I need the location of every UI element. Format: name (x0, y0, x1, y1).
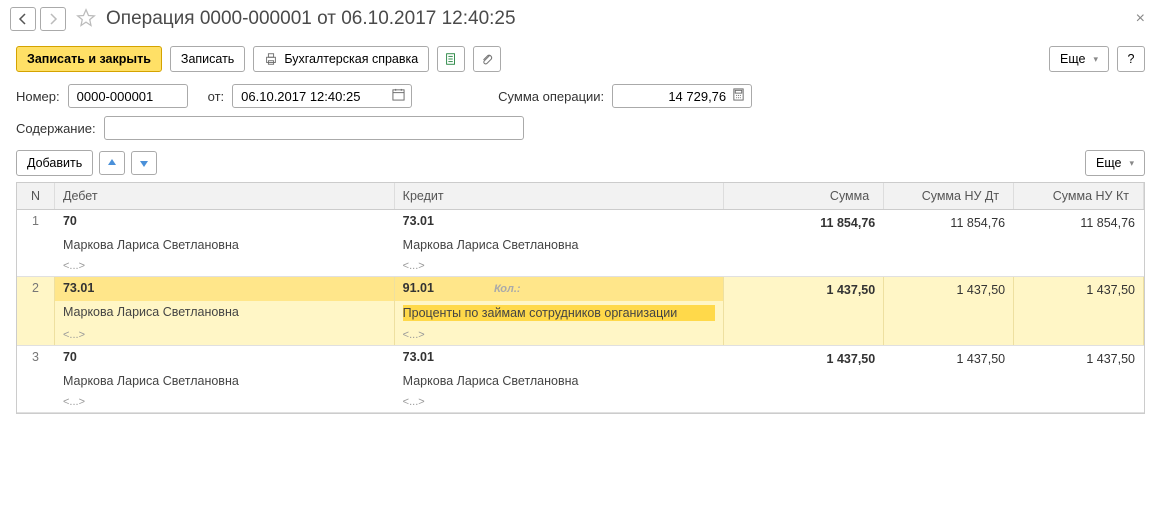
accounting-reference-button[interactable]: Бухгалтерская справка (253, 46, 429, 72)
cell-debit-acc[interactable]: 70 (55, 346, 395, 370)
cell-nukt[interactable]: 11 854,76 (1014, 210, 1144, 234)
help-button[interactable]: ? (1117, 46, 1145, 72)
cell-nudt[interactable]: 1 437,50 (884, 277, 1014, 301)
cell-sum[interactable]: 1 437,50 (724, 346, 884, 370)
cell-debit-sub[interactable]: Маркова Лариса Светлановна (55, 234, 395, 256)
cell-credit-acc[interactable]: 73.01 (395, 346, 725, 370)
page-title: Операция 0000-000001 от 06.10.2017 12:40… (106, 8, 1130, 30)
cell-credit-sub[interactable]: Проценты по займам сотрудников организац… (403, 305, 716, 321)
more-label: Еще (1060, 52, 1085, 66)
cell-debit-sub[interactable]: Маркова Лариса Светлановна (55, 370, 395, 392)
cell-debit-acc[interactable]: 73.01 (55, 277, 395, 301)
ellipsis: <...> (55, 392, 395, 412)
sum-label: Сумма операции: (498, 89, 604, 104)
col-n[interactable]: N (17, 183, 55, 209)
table-row[interactable]: 17073.0111 854,7611 854,7611 854,76Марко… (17, 210, 1144, 277)
ellipsis: <...> (395, 325, 725, 345)
content-input[interactable] (104, 116, 524, 140)
number-input[interactable] (68, 84, 188, 108)
calculator-icon[interactable] (732, 88, 745, 104)
main-toolbar: Записать и закрыть Записать Бухгалтерска… (0, 38, 1161, 80)
ellipsis: <...> (55, 325, 395, 345)
grid-body: 17073.0111 854,7611 854,7611 854,76Марко… (17, 210, 1144, 413)
move-down-button[interactable] (131, 151, 157, 175)
cell-credit-sub-wrap[interactable]: Маркова Лариса Светлановна (395, 234, 725, 256)
kol-label: Кол.: (494, 283, 521, 295)
cell-nukt[interactable]: 1 437,50 (1014, 277, 1144, 301)
document-icon (444, 52, 458, 66)
cell-n: 2 (17, 277, 55, 301)
table-row[interactable]: 37073.011 437,501 437,501 437,50Маркова … (17, 346, 1144, 413)
table-row[interactable]: 273.0191.01Кол.:1 437,501 437,501 437,50… (17, 277, 1144, 346)
cell-sum[interactable]: 1 437,50 (724, 277, 884, 301)
grid-more-button[interactable]: Еще ▾ (1085, 150, 1145, 176)
save-and-close-button[interactable]: Записать и закрыть (16, 46, 162, 72)
cell-nukt[interactable]: 1 437,50 (1014, 346, 1144, 370)
clip-icon-button[interactable] (473, 46, 501, 72)
more-button[interactable]: Еще ▾ (1049, 46, 1109, 72)
printer-icon (264, 52, 278, 66)
paperclip-icon (480, 52, 494, 66)
forward-button[interactable] (40, 7, 66, 31)
grid-toolbar: Добавить Еще ▾ (0, 144, 1161, 182)
chevron-down-icon: ▾ (1129, 158, 1134, 169)
add-row-button[interactable]: Добавить (16, 150, 93, 176)
cell-credit-acc[interactable]: 91.01Кол.: (395, 277, 725, 301)
cell-n: 1 (17, 210, 55, 234)
col-sum[interactable]: Сумма (724, 183, 884, 209)
move-up-button[interactable] (99, 151, 125, 175)
chevron-down-icon: ▾ (1093, 54, 1098, 65)
titlebar: Операция 0000-000001 от 06.10.2017 12:40… (0, 0, 1161, 38)
back-button[interactable] (10, 7, 36, 31)
col-nudt[interactable]: Сумма НУ Дт (884, 183, 1014, 209)
sum-input[interactable] (612, 84, 752, 108)
cell-nudt[interactable]: 11 854,76 (884, 210, 1014, 234)
close-icon[interactable]: × (1130, 10, 1151, 28)
favorite-star-icon[interactable] (76, 8, 96, 31)
col-credit[interactable]: Кредит (395, 183, 725, 209)
calendar-icon[interactable] (392, 88, 405, 104)
ellipsis: <...> (55, 256, 395, 276)
from-label: от: (208, 89, 225, 104)
cell-credit-sub-wrap[interactable]: Проценты по займам сотрудников организац… (395, 301, 725, 325)
cell-n: 3 (17, 346, 55, 370)
entries-grid: N Дебет Кредит Сумма Сумма НУ Дт Сумма Н… (16, 182, 1145, 414)
form-row-number: Номер: от: Сумма операции: (0, 80, 1161, 112)
col-debit[interactable]: Дебет (55, 183, 395, 209)
document-icon-button[interactable] (437, 46, 465, 72)
number-label: Номер: (16, 89, 60, 104)
date-input[interactable] (232, 84, 412, 108)
accounting-reference-label: Бухгалтерская справка (284, 52, 418, 66)
cell-credit-acc[interactable]: 73.01 (395, 210, 725, 234)
grid-header: N Дебет Кредит Сумма Сумма НУ Дт Сумма Н… (17, 183, 1144, 210)
cell-credit-sub-wrap[interactable]: Маркова Лариса Светлановна (395, 370, 725, 392)
form-row-content: Содержание: (0, 112, 1161, 144)
grid-more-label: Еще (1096, 156, 1121, 170)
cell-sum[interactable]: 11 854,76 (724, 210, 884, 234)
cell-debit-sub[interactable]: Маркова Лариса Светлановна (55, 301, 395, 325)
ellipsis: <...> (395, 392, 725, 412)
col-nukt[interactable]: Сумма НУ Кт (1014, 183, 1144, 209)
content-label: Содержание: (16, 121, 96, 136)
save-button[interactable]: Записать (170, 46, 245, 72)
cell-nudt[interactable]: 1 437,50 (884, 346, 1014, 370)
cell-debit-acc[interactable]: 70 (55, 210, 395, 234)
ellipsis: <...> (395, 256, 725, 276)
